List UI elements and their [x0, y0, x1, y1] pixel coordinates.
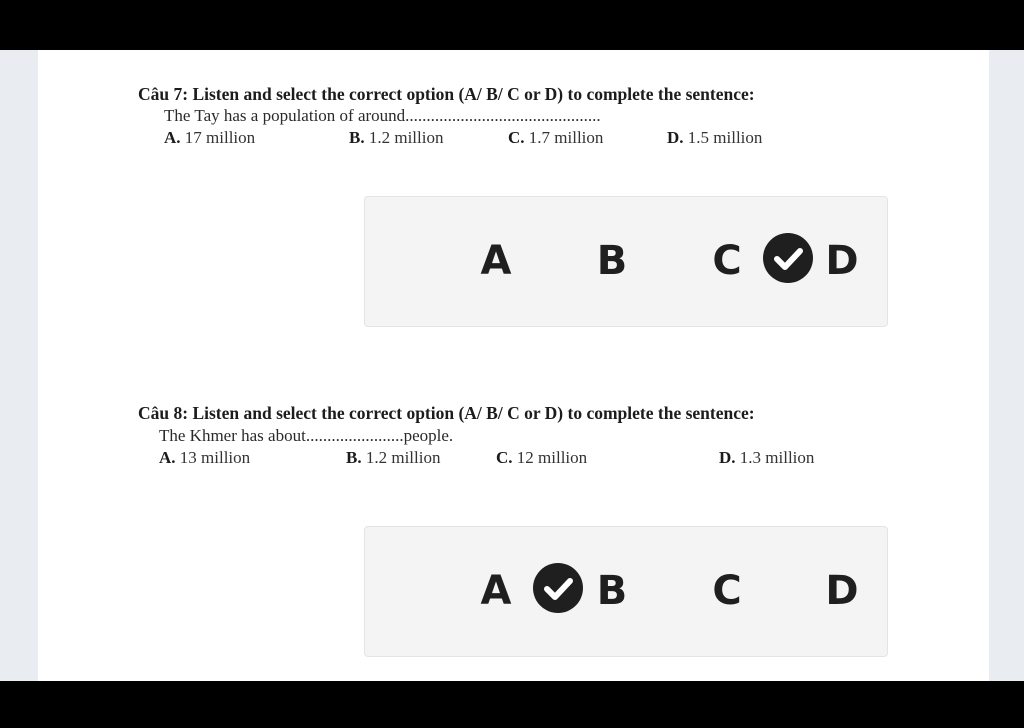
- q8-choice-a[interactable]: A: [476, 563, 516, 619]
- check-circle-icon: [763, 233, 813, 283]
- q8-option-b: B. 1.2 million: [346, 448, 441, 467]
- q7-option-a: A. 17 million: [164, 128, 256, 147]
- q7-choice-c[interactable]: C: [707, 233, 747, 289]
- q7-answer-panel: A B C D: [364, 196, 888, 327]
- q7-sentence: The Tay has a population of around......…: [164, 106, 601, 125]
- bottom-letterbox: [0, 681, 1024, 728]
- q8-title: Câu 8: Listen and select the correct opt…: [138, 403, 755, 423]
- q8-choice-b[interactable]: B: [592, 563, 632, 619]
- worksheet-page: Câu 7: Listen and select the correct opt…: [38, 50, 989, 681]
- top-letterbox: [0, 0, 1024, 50]
- q8-option-d: D. 1.3 million: [719, 448, 815, 467]
- q7-option-d: D. 1.5 million: [667, 128, 763, 147]
- q7-title: Câu 7: Listen and select the correct opt…: [138, 84, 755, 104]
- q8-answer-panel: A B C D: [364, 526, 888, 657]
- q8-option-a: A. 13 million: [159, 448, 251, 467]
- q7-option-c: C. 1.7 million: [508, 128, 604, 147]
- q7-option-b: B. 1.2 million: [349, 128, 444, 147]
- q8-choice-d[interactable]: D: [822, 563, 862, 619]
- q7-choice-a[interactable]: A: [476, 233, 516, 289]
- q7-choice-d[interactable]: D: [822, 233, 862, 289]
- viewer-stage: Câu 7: Listen and select the correct opt…: [0, 50, 1024, 681]
- q8-sentence: The Khmer has about.....................…: [159, 426, 454, 445]
- check-circle-icon: [533, 563, 583, 613]
- q8-choice-c[interactable]: C: [707, 563, 747, 619]
- q7-choice-b[interactable]: B: [592, 233, 632, 289]
- q8-option-c: C. 12 million: [496, 448, 588, 467]
